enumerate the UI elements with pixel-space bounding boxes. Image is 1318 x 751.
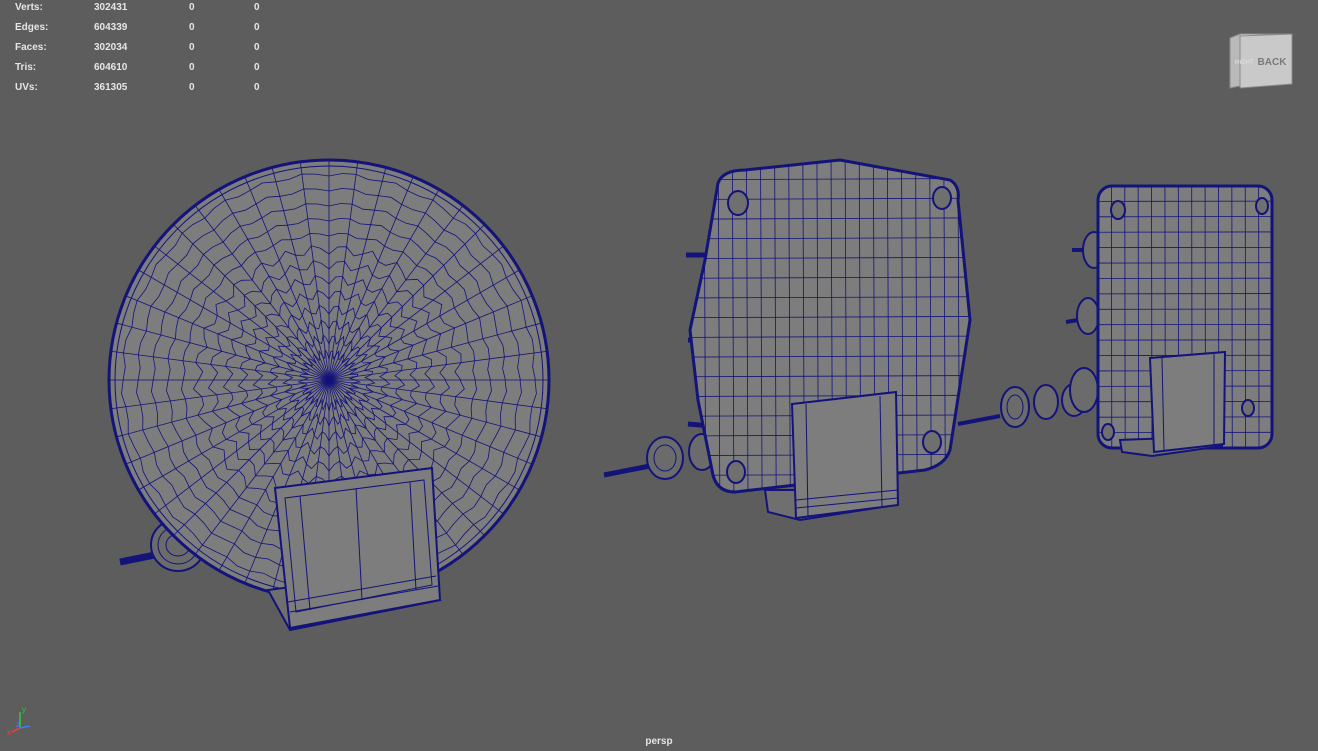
- axis-z-label: z: [16, 720, 20, 729]
- hud-value: 0: [254, 22, 260, 33]
- viewcube-front-label: BACK: [1258, 57, 1288, 68]
- hud-label: Verts:: [15, 2, 43, 13]
- hud-value: 302034: [94, 42, 128, 53]
- hud-value: 302431: [94, 2, 128, 13]
- hud-value: 0: [254, 42, 260, 53]
- right-box-knobs[interactable]: [957, 231, 1106, 428]
- hud-value: 0: [189, 62, 195, 73]
- viewcube-side-label: RIGHT: [1235, 59, 1254, 66]
- hud-label: Edges:: [15, 22, 49, 33]
- hud-label: Faces:: [15, 42, 47, 53]
- hud-value: 0: [254, 82, 260, 93]
- hud-value: 0: [189, 42, 195, 53]
- hud-value: 0: [189, 82, 195, 93]
- hud-label: UVs:: [15, 82, 38, 93]
- hud-value: 361305: [94, 82, 128, 93]
- hud-value: 0: [254, 62, 260, 73]
- plate-stand[interactable]: [266, 466, 442, 632]
- viewcube[interactable]: RIGHT BACK: [1226, 32, 1294, 92]
- camera-name-label: persp: [645, 736, 673, 747]
- right-box-mesh[interactable]: [957, 184, 1274, 458]
- hud-value: 0: [254, 2, 260, 13]
- hud-value: 604339: [94, 22, 128, 33]
- hud-value: 0: [189, 22, 195, 33]
- hud-value: 0: [189, 2, 195, 13]
- hud-value: 604610: [94, 62, 128, 73]
- round-plate-mesh[interactable]: [107, 158, 551, 632]
- perspective-viewport[interactable]: [0, 0, 1318, 751]
- center-panel-mesh[interactable]: [603, 152, 974, 522]
- axis-x-label: x: [7, 728, 11, 736]
- axis-gizmo: y z x: [7, 705, 31, 736]
- axis-y-label: y: [22, 705, 26, 714]
- hud-label: Tris:: [15, 62, 37, 73]
